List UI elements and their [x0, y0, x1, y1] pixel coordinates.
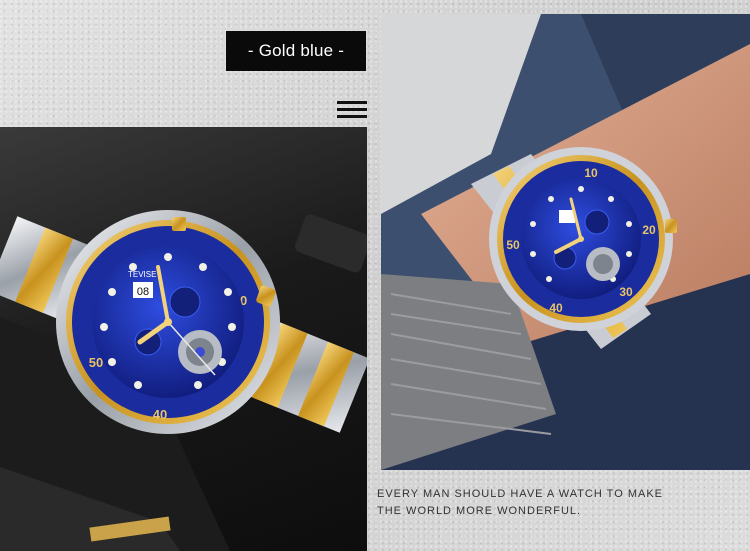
- svg-text:08: 08: [137, 286, 149, 298]
- svg-text:40: 40: [153, 407, 167, 422]
- hamburger-menu-icon[interactable]: [337, 101, 367, 121]
- svg-text:30: 30: [619, 285, 633, 299]
- svg-text:50: 50: [506, 238, 520, 252]
- tagline-line-2: THE WORLD MORE WONDERFUL.: [377, 505, 582, 517]
- variant-tag-label: - Gold blue -: [247, 41, 345, 60]
- watch-product-photo: 10 20 40 50 08 TEVISE: [0, 127, 367, 551]
- watch-illustration: 10 20 40 50 08 TEVISE: [0, 210, 367, 551]
- svg-text:40: 40: [549, 301, 563, 315]
- wrist-lifestyle-photo: 10 20 30 40 50: [381, 14, 750, 470]
- svg-text:TEVISE: TEVISE: [128, 270, 156, 279]
- wrist-illustration: 10 20 30 40 50: [381, 14, 750, 470]
- tagline: EVERY MAN SHOULD HAVE A WATCH TO MAKE TH…: [377, 486, 677, 520]
- tagline-line-1: EVERY MAN SHOULD HAVE A WATCH TO MAKE: [377, 488, 663, 500]
- svg-text:10: 10: [584, 166, 598, 180]
- variant-tag: - Gold blue -: [226, 31, 366, 71]
- svg-text:20: 20: [642, 223, 656, 237]
